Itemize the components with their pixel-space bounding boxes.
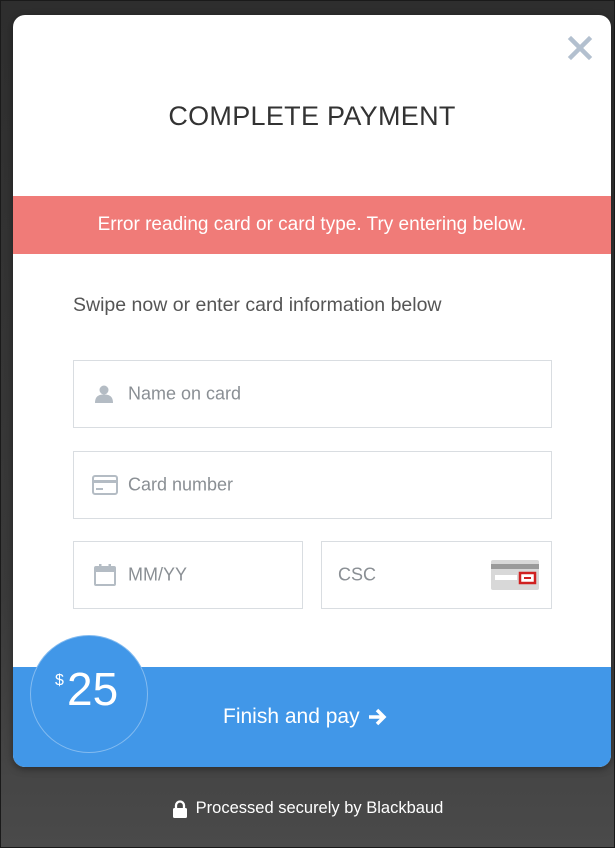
finish-and-pay-label: Finish and pay <box>223 705 360 728</box>
close-button[interactable] <box>567 35 593 61</box>
csc-field[interactable]: CSC <box>321 541 552 609</box>
expiry-field[interactable]: MM/YY <box>73 541 303 609</box>
secure-note: Processed securely by Blackbaud <box>0 799 615 818</box>
csc-placeholder: CSC <box>338 564 377 585</box>
card-back-icon <box>491 560 539 590</box>
payment-modal: COMPLETE PAYMENT Error reading card or c… <box>13 15 611 767</box>
arrow-right-icon <box>368 708 387 726</box>
amount-value: 25 <box>67 663 119 715</box>
finish-and-pay-button[interactable]: Finish and pay <box>223 702 388 732</box>
instructions-text: Swipe now or enter card information belo… <box>73 294 442 316</box>
card-number-field[interactable]: Card number <box>73 451 552 519</box>
calendar-icon <box>94 564 116 586</box>
lock-icon <box>172 799 187 818</box>
expiry-placeholder: MM/YY <box>128 564 188 585</box>
currency-symbol: $ <box>55 672 64 689</box>
secure-note-text: Processed securely by Blackbaud <box>195 799 444 817</box>
name-on-card-field[interactable]: Name on card <box>73 360 552 428</box>
amount-badge: $ 25 <box>30 635 148 753</box>
name-on-card-placeholder: Name on card <box>128 383 242 404</box>
page-title: COMPLETE PAYMENT <box>168 101 456 131</box>
error-banner: Error reading card or card type. Try ent… <box>13 196 611 254</box>
credit-card-icon <box>92 475 118 495</box>
user-icon <box>94 385 114 403</box>
close-icon <box>567 35 593 61</box>
card-number-placeholder: Card number <box>128 474 234 495</box>
